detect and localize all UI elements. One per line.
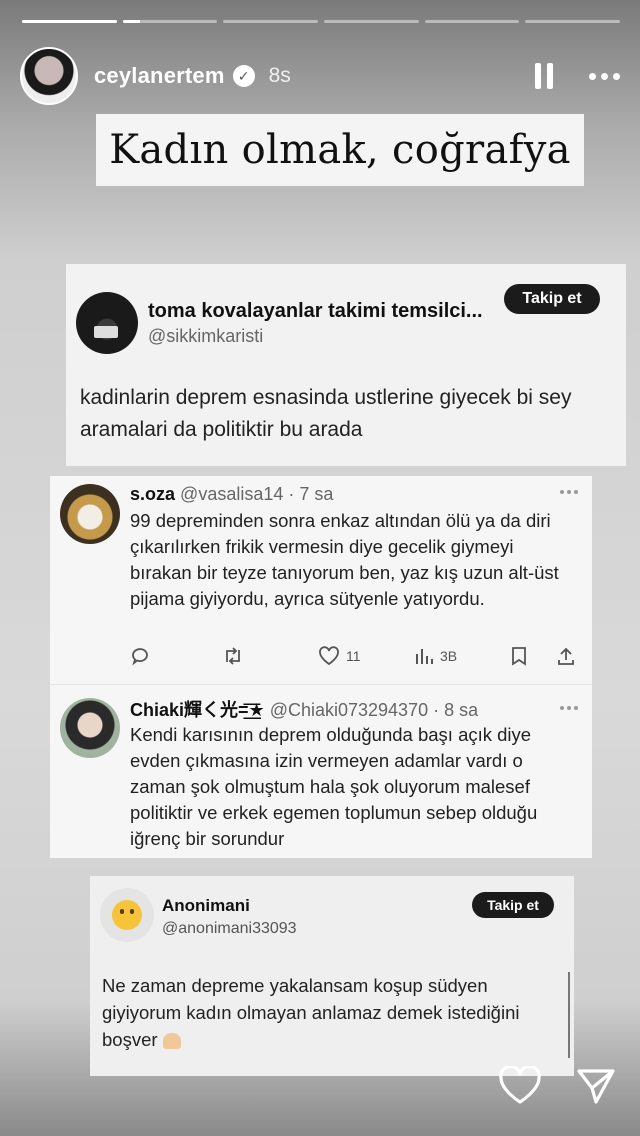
like-icon[interactable]: 11 [318, 646, 361, 666]
views-icon[interactable]: 3B [414, 646, 457, 666]
tweet-author-name: toma kovalayanlar takimi temsilci... [148, 300, 483, 322]
reply-actions: 11 3B [130, 646, 580, 670]
heart-icon[interactable] [498, 1064, 542, 1111]
reply-author-name: s.oza [130, 484, 176, 504]
more-icon[interactable] [589, 72, 620, 80]
avatar[interactable] [20, 47, 78, 105]
send-icon[interactable] [576, 1067, 616, 1110]
progress-segment [424, 20, 520, 23]
progress-segment [525, 20, 621, 23]
story-time: 8s [268, 64, 291, 87]
follow-button[interactable]: Takip et [504, 284, 600, 314]
reply-avatar [60, 484, 120, 544]
reply-meta: @vasalisa14 · 7 sa [180, 484, 334, 504]
progress-segment [122, 20, 218, 23]
follow-button[interactable]: Takip et [472, 892, 554, 918]
tweet-text: kadinlarin deprem esnasinda ustlerine gi… [80, 386, 572, 441]
text-cursor [568, 972, 570, 1058]
reply-meta: @Chiaki073294370 · 8 sa [269, 700, 479, 720]
more-icon[interactable] [560, 706, 578, 710]
pause-icon[interactable] [535, 63, 553, 89]
story-footer [498, 1064, 616, 1111]
verified-icon: ✓ [232, 65, 255, 87]
reply-item: s.oza @vasalisa14 · 7 sa 99 depreminden … [50, 476, 592, 682]
replies-card: s.oza @vasalisa14 · 7 sa 99 depreminden … [50, 476, 592, 858]
like-count: 11 [346, 648, 361, 664]
retweet-icon[interactable] [222, 646, 244, 666]
reply-author-name: Chiaki輝く光=͟͟͞★ [130, 700, 265, 720]
progress-segment [223, 20, 319, 23]
username[interactable]: ceylanertem [94, 63, 225, 89]
divider [50, 684, 592, 685]
thinking-emoji-icon [112, 900, 142, 930]
tweet-author-handle: @anonimani33093 [162, 920, 297, 937]
tweet-author-handle: @sikkimkaristi [148, 326, 264, 346]
tweet-card: toma kovalayanlar takimi temsilci... @si… [66, 264, 626, 466]
progress-segment [22, 20, 117, 23]
reply-item: Chiaki輝く光=͟͟͞★ @Chiaki073294370 · 8 sa K… [50, 690, 592, 858]
story-title-box: Kadın olmak, coğrafya [96, 114, 584, 186]
tweet-card-anonimani: Anonimani @anonimani33093 Takip et Ne za… [90, 876, 574, 1076]
reply-text: Kendi karısının deprem olduğunda başı aç… [130, 724, 538, 849]
reply-text: 99 depreminden sonra enkaz altından ölü … [130, 510, 559, 609]
story-header: ceylanertem ✓ 8s [20, 46, 620, 106]
bookmark-icon[interactable] [510, 646, 528, 666]
reply-avatar [60, 698, 120, 758]
tweet-avatar [100, 888, 154, 942]
more-icon[interactable] [560, 490, 578, 494]
progress-segment [324, 20, 419, 23]
tweet-author-name: Anonimani [162, 896, 250, 915]
story-progress [22, 20, 621, 24]
tweet-avatar [76, 292, 138, 354]
share-icon[interactable] [556, 646, 576, 666]
praying-hands-icon [162, 1033, 181, 1050]
story-title: Kadın olmak, coğrafya [109, 127, 571, 173]
views-count: 3B [440, 648, 458, 664]
reply-icon[interactable] [130, 646, 150, 666]
